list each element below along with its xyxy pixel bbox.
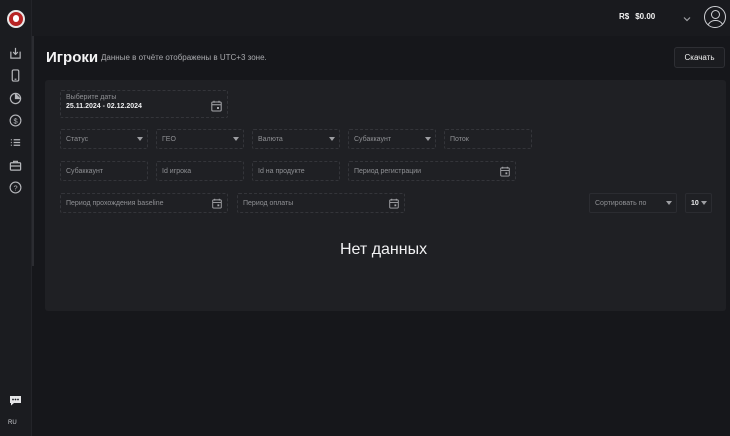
geo-select-label: ГЕО: [162, 135, 176, 143]
caret-down-icon: [137, 137, 143, 141]
svg-text:?: ?: [13, 183, 17, 192]
registration-period-picker[interactable]: Период регистрации: [348, 161, 516, 181]
baseline-period-picker[interactable]: Период прохождения baseline: [60, 193, 228, 213]
subaccount-input[interactable]: Субаккаунт: [60, 161, 148, 181]
status-select[interactable]: Статус: [60, 129, 148, 149]
stream-input[interactable]: Поток: [444, 129, 532, 149]
currency-select-label: Валюта: [258, 135, 283, 143]
page-subtitle: Данные в отчёте отображены в UTC+3 зоне.: [101, 53, 267, 62]
download-button[interactable]: Скачать: [674, 47, 725, 68]
page-size-value: 10: [691, 199, 699, 207]
help-icon[interactable]: ?: [8, 180, 23, 195]
caret-down-icon: [666, 201, 672, 205]
balance-display[interactable]: R$ $0.00: [619, 12, 655, 21]
product-id-placeholder: Id на продукте: [258, 167, 305, 175]
payment-period-picker[interactable]: Период оплаты: [237, 193, 405, 213]
registration-period-placeholder: Период регистрации: [354, 167, 422, 175]
subaccount-select[interactable]: Субаккаунт: [348, 129, 436, 149]
dollar-icon[interactable]: $: [8, 113, 23, 128]
user-avatar[interactable]: [704, 6, 726, 28]
player-id-placeholder: Id игрока: [162, 167, 192, 175]
player-id-input[interactable]: Id игрока: [156, 161, 244, 181]
pie-chart-icon[interactable]: [8, 91, 23, 106]
page-title: Игроки: [46, 49, 99, 66]
sidebar: $ ? RU: [0, 0, 32, 436]
caret-down-icon: [233, 137, 239, 141]
empty-state-message: Нет данных: [340, 241, 428, 258]
caret-down-icon: [701, 201, 707, 205]
calendar-icon: [211, 100, 222, 112]
currency-label: R$: [619, 12, 630, 21]
date-range-label: Выберите даты: [66, 94, 117, 101]
calendar-icon: [389, 198, 399, 209]
sidebar-scrollbar[interactable]: [32, 36, 34, 266]
product-id-input[interactable]: Id на продукте: [252, 161, 340, 181]
baseline-period-placeholder: Период прохождения baseline: [66, 199, 164, 207]
balance-value: $0.00: [635, 12, 656, 21]
sort-by-label: Сортировать по: [595, 199, 647, 207]
stream-input-placeholder: Поток: [450, 135, 469, 143]
briefcase-icon[interactable]: [8, 158, 23, 173]
svg-text:$: $: [13, 116, 17, 125]
currency-select[interactable]: Валюта: [252, 129, 340, 149]
calendar-icon: [212, 198, 222, 209]
chevron-down-icon[interactable]: [682, 11, 692, 22]
subaccount-select-label: Субаккаунт: [354, 135, 392, 143]
calendar-icon: [500, 166, 510, 177]
date-range-value: 25.11.2024 - 02.12.2024: [66, 103, 142, 110]
page-size-select[interactable]: 10: [685, 193, 712, 213]
geo-select[interactable]: ГЕО: [156, 129, 244, 149]
add-report-icon[interactable]: [8, 46, 23, 61]
mobile-icon[interactable]: [8, 68, 23, 83]
brand-logo[interactable]: [7, 10, 25, 28]
list-icon[interactable]: [8, 135, 23, 150]
chat-icon[interactable]: [9, 393, 22, 406]
sort-by-select[interactable]: Сортировать по: [589, 193, 677, 213]
language-switch[interactable]: RU: [8, 420, 17, 426]
payment-period-placeholder: Период оплаты: [243, 199, 294, 207]
subaccount-input-placeholder: Субаккаунт: [66, 167, 104, 175]
status-select-label: Статус: [66, 135, 89, 143]
date-range-picker[interactable]: Выберите даты 25.11.2024 - 02.12.2024: [60, 90, 228, 118]
caret-down-icon: [425, 137, 431, 141]
caret-down-icon: [329, 137, 335, 141]
